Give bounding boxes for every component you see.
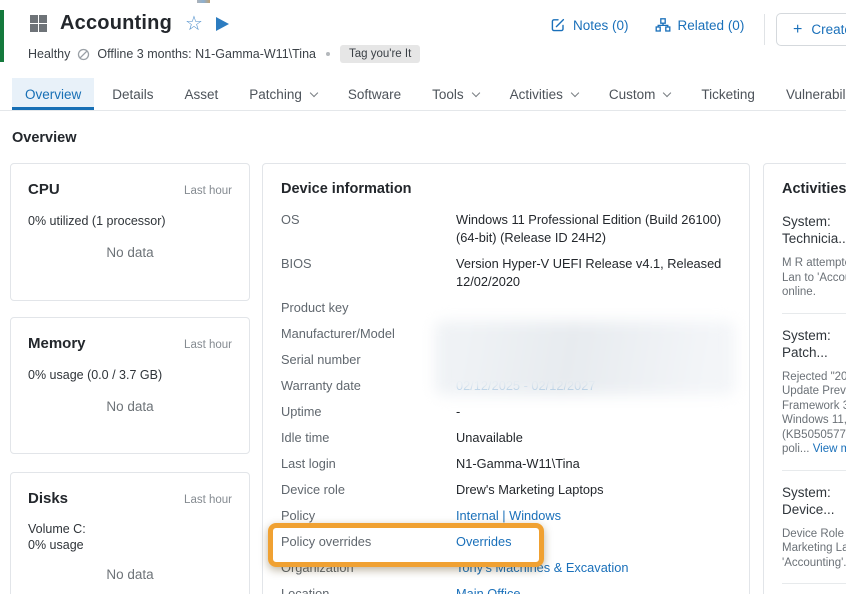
offline-icon [77,48,90,61]
favorite-star-icon[interactable]: ☆ [185,14,203,34]
device-overview-screen: Accounting ☆ Healthy Offline 3 months: N… [0,0,846,594]
view-more-link[interactable]: View m... [813,443,846,455]
device-information-panel: Device information OSWindows 11 Professi… [262,163,750,594]
tab-patching[interactable]: Patching [236,78,330,110]
activity-separator [782,470,846,471]
bios-value: Version Hyper-V UEFI Release v4.1, Relea… [456,255,731,291]
disks-volume-text: Volume C: 0% usage [28,521,232,553]
device-name-title: Accounting [60,12,172,35]
health-status-label: Healthy [28,47,70,61]
device-info-row-location: LocationMain Office [281,585,731,594]
device-info-row-organization: OrganizationTony's Machines & Excavation [281,559,731,577]
tab-tools[interactable]: Tools [419,78,492,110]
device-info-row-idle-time: Idle timeUnavailable [281,429,731,447]
notes-button[interactable]: Notes (0) [550,17,629,33]
tab-software[interactable]: Software [335,78,414,110]
memory-period-label: Last hour [184,339,232,351]
related-hierarchy-icon [655,17,671,33]
page-section-title: Overview [12,130,77,146]
cpu-usage-text: 0% utilized (1 processor) [28,213,232,229]
tab-vulnerabilities[interactable]: Vulnerabilities [773,78,846,110]
tab-activities[interactable]: Activities [497,78,591,110]
device-info-row-device-role: Device roleDrew's Marketing Laptops [281,481,731,499]
last-login-value: N1-Gamma-W11\Tina [456,455,731,473]
activities-panel: Activities System: Technicia... M R atte… [763,163,846,594]
device-info-row-os: OSWindows 11 Professional Edition (Build… [281,211,731,247]
policy-overrides-link[interactable]: Overrides [456,533,731,551]
activity-entry: System: Technicia... M R attempteLan to … [782,213,846,300]
health-status-bar [0,10,4,62]
activity-separator [782,313,846,314]
organization-link[interactable]: Tony's Machines & Excavation [456,559,731,577]
device-tab-bar: Overview Details Asset Patching Software… [0,78,846,111]
disks-period-label: Last hour [184,494,232,506]
activity-entry: System: Patch... Rejected "20Update Prev… [782,327,846,457]
device-role-value: Drew's Marketing Laptops [456,481,731,499]
uptime-value: - [456,403,731,421]
plus-icon: + [793,22,802,38]
offline-status-text: Offline 3 months: N1-Gamma-W11\Tina [97,47,316,61]
cpu-metric-card: CPU Last hour 0% utilized (1 processor) … [10,163,250,301]
create-button[interactable]: + Create [776,13,846,46]
device-info-row-uptime: Uptime- [281,403,731,421]
notes-edit-icon [550,17,566,33]
disks-metric-card: Disks Last hour Volume C: 0% usage No da… [10,472,250,594]
memory-card-title: Memory [28,335,86,352]
header-divider [764,14,765,45]
windows-os-icon [30,15,47,32]
tab-overview[interactable]: Overview [12,78,94,110]
cpu-no-data-label: No data [28,245,232,260]
chevron-down-icon [571,88,579,96]
device-tag-chip[interactable]: Tag you're It [340,45,420,63]
memory-usage-text: 0% usage (0.0 / 3.7 GB) [28,367,232,383]
cpu-card-title: CPU [28,181,60,198]
tab-custom[interactable]: Custom [596,78,684,110]
related-button[interactable]: Related (0) [655,17,745,33]
device-info-row-policy: PolicyInternal | Windows [281,507,731,525]
device-info-title: Device information [263,164,749,197]
disks-card-title: Disks [28,490,68,507]
device-info-row-product-key: Product key [281,299,731,317]
device-info-row-last-login: Last loginN1-Gamma-W11\Tina [281,455,731,473]
tab-asset[interactable]: Asset [172,78,232,110]
notes-label: Notes (0) [573,18,629,33]
screen-edge-artifact [197,0,210,3]
activity-entry: System: Device... Device Role sMarketing… [782,484,846,571]
activities-title: Activities [782,181,846,197]
memory-metric-card: Memory Last hour 0% usage (0.0 / 3.7 GB)… [10,317,250,454]
activity-separator [782,583,846,584]
os-value: Windows 11 Professional Edition (Build 2… [456,211,731,247]
idle-time-value: Unavailable [456,429,731,447]
disks-no-data-label: No data [28,567,232,582]
separator-dot [326,52,330,56]
tab-details[interactable]: Details [99,78,166,110]
chevron-down-icon [310,88,318,96]
create-label: Create [811,22,846,37]
chevron-down-icon [471,88,479,96]
cpu-period-label: Last hour [184,185,232,197]
policy-link[interactable]: Internal | Windows [456,507,731,525]
run-play-button[interactable] [216,17,229,31]
device-info-row-bios: BIOSVersion Hyper-V UEFI Release v4.1, R… [281,255,731,291]
related-label: Related (0) [678,18,745,33]
chevron-down-icon [663,88,671,96]
location-link[interactable]: Main Office [456,585,731,594]
redacted-blur-overlay [435,321,735,395]
device-info-row-policy-overrides: Policy overridesOverrides [281,533,731,551]
memory-no-data-label: No data [28,399,232,414]
tab-ticketing[interactable]: Ticketing [688,78,768,110]
